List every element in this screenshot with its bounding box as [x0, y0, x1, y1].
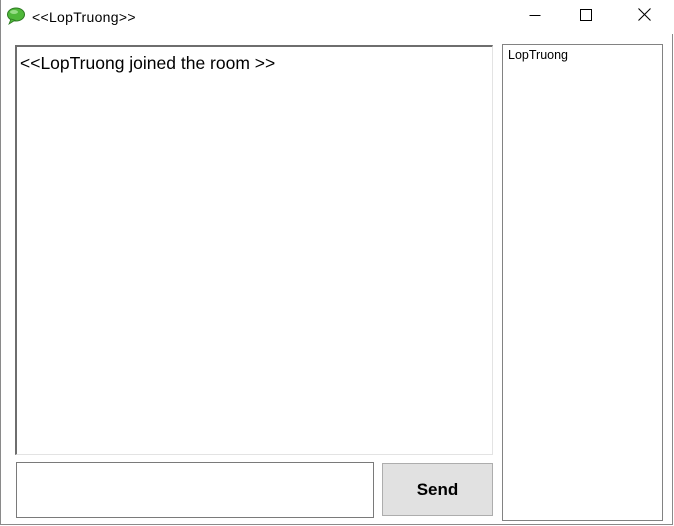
title-bar[interactable]: <<LopTruong>> [1, 0, 674, 34]
send-button[interactable]: Send [382, 463, 493, 516]
message-input[interactable] [16, 462, 374, 518]
send-button-label: Send [416, 479, 459, 499]
minimize-button[interactable] [512, 0, 558, 33]
chat-bubble-icon [6, 7, 26, 25]
user-list-item[interactable]: LopTruong [508, 48, 568, 62]
chat-window: <<LopTruong>> <<LopTruong joined the roo… [0, 0, 674, 525]
close-icon [637, 7, 651, 26]
close-button[interactable] [621, 0, 667, 33]
minimize-icon [529, 8, 541, 26]
chat-message: <<LopTruong joined the room >> [20, 53, 276, 73]
maximize-button[interactable] [563, 0, 609, 33]
window-title: <<LopTruong>> [32, 9, 136, 25]
user-list[interactable]: LopTruong [502, 44, 663, 521]
maximize-icon [580, 8, 592, 26]
chat-log[interactable]: <<LopTruong joined the room >> [15, 45, 493, 455]
